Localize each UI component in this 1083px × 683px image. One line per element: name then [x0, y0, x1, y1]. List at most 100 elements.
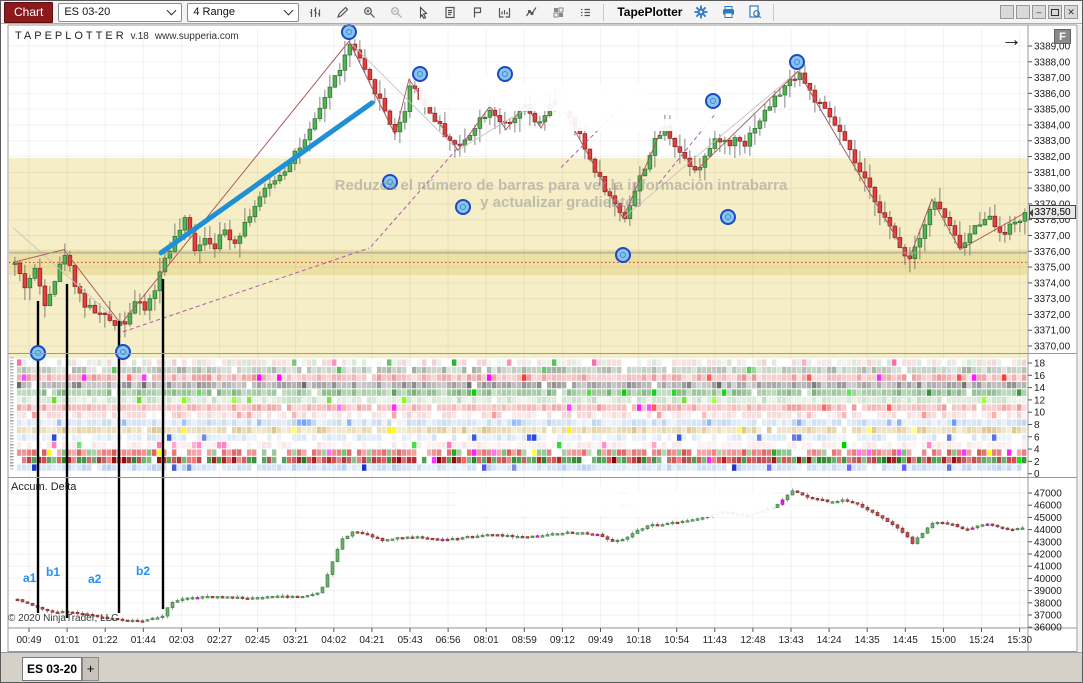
time-axis-label: 08:59: [512, 635, 537, 646]
time-axis-label: 11:43: [703, 635, 728, 646]
cursor-icon[interactable]: [412, 3, 434, 22]
range-combo[interactable]: 4 Range: [187, 3, 299, 22]
heatmap-axis-label: 0: [1034, 469, 1040, 480]
time-axis-label: 01:44: [131, 635, 156, 646]
hint-line-2: y actualizar gradientes: [181, 194, 941, 211]
chart-menu-button[interactable]: Chart: [4, 2, 53, 23]
time-axis-label: 14:45: [893, 635, 918, 646]
time-axis-label: 00:49: [16, 635, 41, 646]
minimize-button[interactable]: –: [1032, 5, 1046, 19]
time-axis-label: 09:49: [588, 635, 613, 646]
price-axis-label: 3371,00: [1034, 326, 1071, 337]
chart-style-icon[interactable]: [304, 3, 326, 22]
signal-circle: [498, 67, 512, 81]
heatmap-axis-label: 12: [1034, 395, 1046, 406]
price-axis-label: 3385,00: [1034, 105, 1071, 116]
maximize-button[interactable]: [1048, 5, 1062, 19]
properties-icon[interactable]: [439, 3, 461, 22]
print-icon[interactable]: [717, 3, 739, 22]
price-axis-label: 3377,00: [1034, 231, 1071, 242]
heatmap-axis-label: 14: [1034, 383, 1046, 394]
draw-icon[interactable]: [331, 3, 353, 22]
signal-circle: [413, 67, 427, 81]
fixed-scale-button[interactable]: F: [1054, 29, 1071, 44]
time-axis-label: 15:24: [969, 635, 994, 646]
signal-circle: [706, 94, 720, 108]
time-axis-label: 03:21: [283, 635, 308, 646]
price-axis-label: 3380,00: [1034, 184, 1071, 195]
price-axis-label: 3374,00: [1034, 278, 1071, 289]
time-axis-label: 12:48: [740, 635, 765, 646]
delta-axis-label: 41000: [1034, 562, 1062, 573]
toolbar-separator: [603, 4, 604, 21]
data-box-icon[interactable]: [466, 3, 488, 22]
signal-circle: [616, 248, 630, 262]
window-controls: – ✕: [1000, 5, 1078, 19]
time-axis-label: 10:54: [664, 635, 689, 646]
time-axis-label: 04:02: [321, 635, 346, 646]
delta-axis-label: 40000: [1034, 574, 1062, 585]
price-axis-label: 3381,00: [1034, 168, 1071, 179]
zoom-in-icon[interactable]: [358, 3, 380, 22]
last-price-marker: 3378,50: [1029, 205, 1076, 219]
list-icon[interactable]: [574, 3, 596, 22]
tab-bar: ES 03-20 +: [1, 652, 1082, 683]
window-extra-button[interactable]: [1016, 5, 1030, 19]
time-axis-label: 10:18: [626, 635, 651, 646]
indicator-brand: TAPEPLOTTERv.18www.supperia.com: [15, 30, 239, 42]
hint-line-1: Reduzca el número de barras para ver la …: [181, 177, 941, 194]
heatmap-axis-label: 2: [1034, 457, 1040, 468]
instrument-combo[interactable]: ES 03-20: [58, 3, 182, 22]
close-button[interactable]: ✕: [1064, 5, 1078, 19]
heatmap-axis-label: 16: [1034, 371, 1046, 382]
chevron-down-icon: [167, 6, 177, 16]
range-combo-value: 4 Range: [193, 6, 235, 18]
delta-annotation-b2: b2: [136, 564, 150, 578]
report-search-icon[interactable]: [744, 3, 766, 22]
price-axis-label: 3383,00: [1034, 136, 1071, 147]
grid-icon[interactable]: [547, 3, 569, 22]
brand-name: TAPEPLOTTER: [15, 30, 127, 42]
heatmap-axis-label: 8: [1034, 420, 1040, 431]
time-axis-label: 14:35: [855, 635, 880, 646]
window-extra-button[interactable]: [1000, 5, 1014, 19]
time-axis-label: 01:01: [55, 635, 80, 646]
indicators-icon[interactable]: [520, 3, 542, 22]
signal-circle: [116, 345, 130, 359]
time-axis-label: 04:21: [359, 635, 384, 646]
time-axis-label: 08:01: [474, 635, 499, 646]
chart-region-icon[interactable]: [493, 3, 515, 22]
price-axis-label: 3387,00: [1034, 73, 1071, 84]
time-axis-label: 14:24: [817, 635, 842, 646]
add-tab-button[interactable]: +: [82, 657, 99, 681]
gradient-hint-message: Reduzca el número de barras para ver la …: [181, 177, 941, 211]
price-axis-label: 3384,00: [1034, 120, 1071, 131]
heatmap-axis-label: 10: [1034, 408, 1046, 419]
price-axis-label: 3370,00: [1034, 342, 1071, 353]
signal-circle: [721, 210, 735, 224]
heatmap-axis-label: 6: [1034, 432, 1040, 443]
delta-axis-label: 42000: [1034, 550, 1062, 561]
tapeplotter-label: TapePlotter: [617, 5, 682, 19]
signal-circle: [342, 25, 356, 39]
time-axis-label: 05:43: [397, 635, 422, 646]
settings-gear-icon[interactable]: [690, 3, 712, 22]
delta-axis-label: 44000: [1034, 525, 1062, 536]
delta-annotation-a1: a1: [23, 571, 36, 585]
time-axis-label: 02:03: [169, 635, 194, 646]
time-axis-label: 13:43: [778, 635, 803, 646]
zoom-out-icon[interactable]: [385, 3, 407, 22]
delta-axis-label: 46000: [1034, 501, 1062, 512]
price-axis-label: 3386,00: [1034, 89, 1071, 100]
chart-canvas: 3389,003388,003387,003386,003385,003384,…: [1, 1, 1083, 683]
tab-es-03-20[interactable]: ES 03-20: [22, 657, 82, 681]
chart-window: Chart ES 03-20 4 Range TapePlotter –: [0, 0, 1083, 683]
delta-axis-label: 43000: [1034, 537, 1062, 548]
time-axis-label: 15:00: [931, 635, 956, 646]
delta-annotation-b1: b1: [46, 565, 60, 579]
price-axis-label: 3372,00: [1034, 310, 1071, 321]
heatmap-axis-label: 18: [1034, 359, 1046, 370]
copyright-notice: © 2020 NinjaTrader, LLC: [8, 613, 118, 624]
price-axis-label: 3376,00: [1034, 247, 1071, 258]
delta-axis-label: 38000: [1034, 598, 1062, 609]
